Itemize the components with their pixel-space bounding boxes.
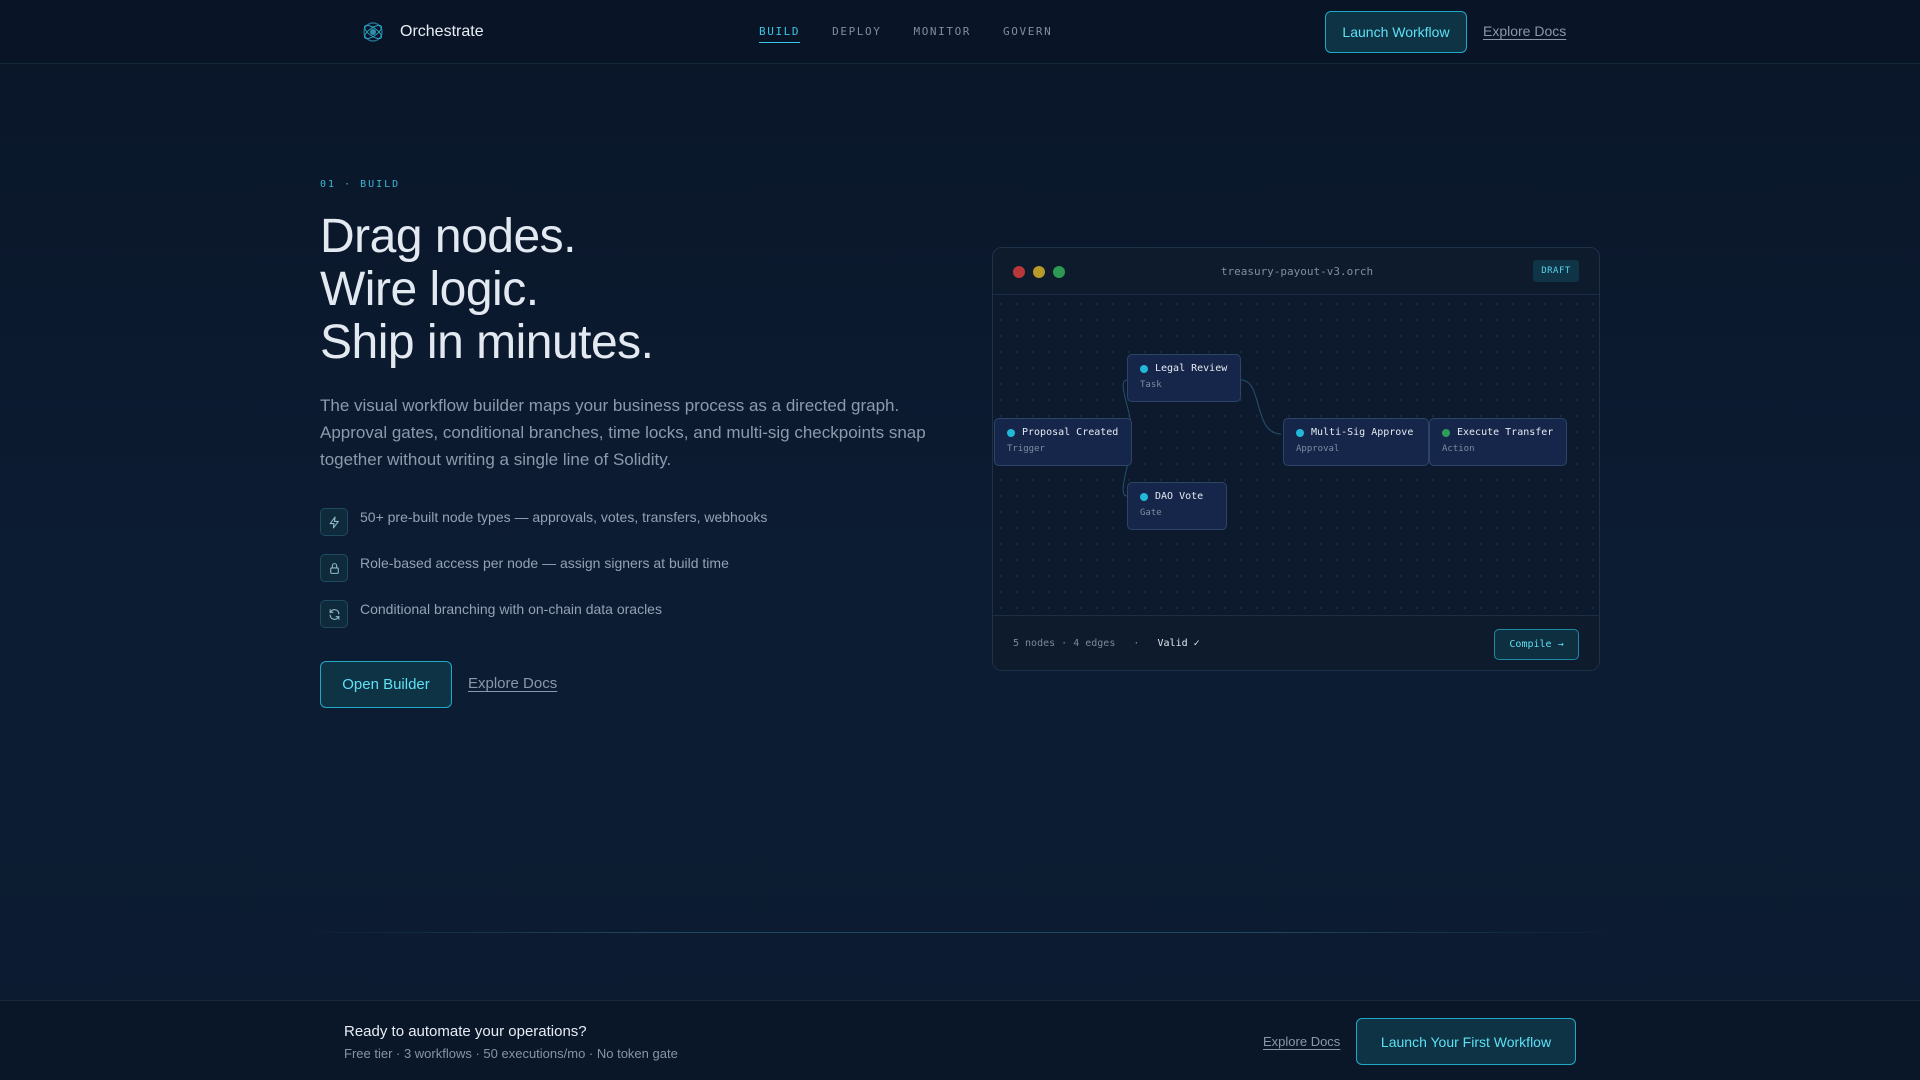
hero-description: The visual workflow builder maps your bu… — [320, 396, 926, 469]
node-type: Trigger — [1007, 444, 1045, 454]
cta-title: Ready to automate your operations? — [344, 1023, 587, 1040]
node-edge-count: 5 nodes · 4 edges — [1013, 638, 1116, 649]
tab-monitor[interactable]: MONITOR — [913, 25, 971, 43]
refresh-icon — [320, 600, 348, 628]
launch-first-workflow-button[interactable]: Launch Your First Workflow — [1356, 1018, 1576, 1065]
tab-deploy[interactable]: DEPLOY — [832, 25, 881, 43]
headline-line-1: Drag nodes. — [320, 210, 576, 263]
feature-text: 50+ pre-built node types — approvals, vo… — [360, 509, 768, 525]
section-divider — [288, 932, 1632, 933]
validation-status: Valid ✓ — [1157, 638, 1200, 649]
node-status-dot — [1140, 492, 1148, 501]
brand[interactable]: Orchestrate — [360, 19, 484, 45]
workflow-node[interactable]: Proposal Created Trigger — [994, 418, 1132, 466]
feature-text: Role-based access per node — assign sign… — [360, 555, 729, 571]
node-type: Gate — [1140, 508, 1162, 518]
node-type: Approval — [1296, 444, 1340, 454]
orbit-logo-icon — [363, 22, 383, 42]
stats-separator: · — [1133, 638, 1140, 649]
workflow-node[interactable]: DAO Vote Gate — [1127, 482, 1227, 530]
node-title: Legal Review — [1155, 363, 1228, 374]
nav-explore-docs-link[interactable]: Explore Docs — [1483, 23, 1566, 39]
section-eyebrow: 01 · BUILD — [320, 179, 401, 190]
lightning-icon — [320, 508, 348, 536]
workflow-node[interactable]: Execute Transfer Action — [1429, 418, 1567, 466]
launch-workflow-button[interactable]: Launch Workflow — [1325, 11, 1467, 53]
top-nav: Orchestrate BUILD DEPLOY MONITOR GOVERN … — [0, 0, 1920, 64]
node-type: Task — [1140, 380, 1162, 390]
feature-item: Role-based access per node — assign sign… — [320, 554, 840, 582]
feature-item: 50+ pre-built node types — approvals, vo… — [320, 508, 840, 536]
cta-footer-bar: Ready to automate your operations? Free … — [0, 1000, 1920, 1080]
node-title: DAO Vote — [1155, 491, 1204, 502]
graph-stats: 5 nodes · 4 edges · Valid ✓ — [1013, 638, 1200, 649]
editor-footer: 5 nodes · 4 edges · Valid ✓ Compile → — [993, 615, 1599, 670]
compile-button[interactable]: Compile → — [1494, 629, 1579, 660]
headline-line-2: Wire logic. — [320, 263, 539, 316]
nav-tabs: BUILD DEPLOY MONITOR GOVERN — [759, 25, 1052, 43]
hero-headline: Drag nodes. Wire logic. Ship in minutes. — [320, 210, 654, 369]
node-status-dot — [1140, 364, 1148, 373]
node-title: Proposal Created — [1022, 427, 1119, 438]
hero-explore-docs-link[interactable]: Explore Docs — [468, 675, 557, 692]
open-builder-button[interactable]: Open Builder — [320, 661, 452, 708]
cta-subtitle: Free tier · 3 workflows · 50 executions/… — [344, 1046, 678, 1061]
node-type: Action — [1442, 444, 1475, 454]
workflow-node[interactable]: Legal Review Task — [1127, 354, 1241, 402]
tab-build[interactable]: BUILD — [759, 25, 801, 43]
footer-explore-docs-link[interactable]: Explore Docs — [1263, 1034, 1340, 1049]
feature-text: Conditional branching with on-chain data… — [360, 601, 662, 617]
lock-icon — [320, 554, 348, 582]
node-title: Multi-Sig Approve — [1311, 427, 1414, 438]
headline-line-3: Ship in minutes. — [320, 316, 654, 369]
tab-govern[interactable]: GOVERN — [1003, 25, 1052, 43]
node-status-dot — [1007, 428, 1015, 437]
node-status-dot — [1442, 428, 1450, 437]
workflow-editor-preview: treasury-payout-v3.orch DRAFT Legal Revi… — [992, 247, 1600, 671]
workflow-node[interactable]: Multi-Sig Approve Approval — [1283, 418, 1429, 466]
brand-name: Orchestrate — [400, 23, 484, 40]
node-status-dot — [1296, 428, 1304, 437]
feature-item: Conditional branching with on-chain data… — [320, 600, 840, 628]
node-title: Execute Transfer — [1457, 427, 1554, 438]
